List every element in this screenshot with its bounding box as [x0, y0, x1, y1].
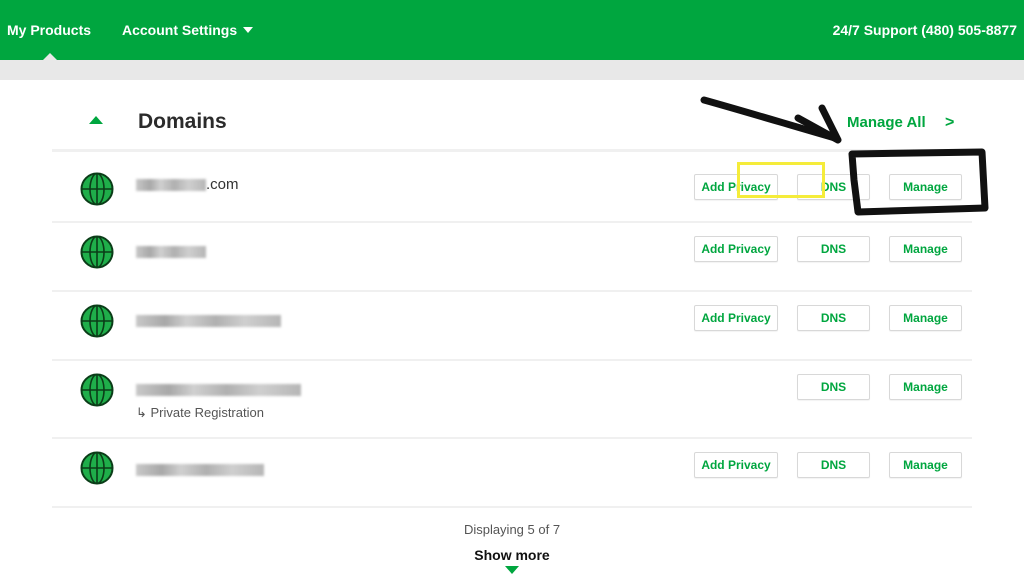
manage-button[interactable]: Manage — [889, 236, 962, 262]
manage-button[interactable]: Manage — [889, 174, 962, 200]
globe-icon — [80, 373, 114, 407]
globe-icon — [80, 304, 114, 338]
nav-my-products[interactable]: My Products — [7, 22, 91, 38]
dns-button[interactable]: DNS — [797, 452, 870, 478]
sub-bar — [0, 60, 1024, 80]
add-privacy-button[interactable]: Add Privacy — [694, 452, 778, 478]
domain-name[interactable] — [136, 312, 281, 329]
add-privacy-button[interactable]: Add Privacy — [694, 305, 778, 331]
dns-button[interactable]: DNS — [797, 305, 870, 331]
domain-name[interactable]: .com — [136, 176, 239, 193]
nav-account-settings-label: Account Settings — [122, 22, 238, 38]
redacted-domain — [136, 246, 206, 259]
domain-row: Add Privacy DNS Manage — [52, 223, 972, 292]
top-navigation-bar: My Products Account Settings 24/7 Suppor… — [0, 0, 1024, 61]
collapse-caret-up-icon[interactable] — [89, 116, 103, 124]
domain-row: Add Privacy DNS Manage — [52, 292, 972, 361]
domain-row: ↳ Private Registration DNS Manage — [52, 361, 972, 439]
globe-icon — [80, 451, 114, 485]
dns-button[interactable]: DNS — [797, 374, 870, 400]
manage-button[interactable]: Manage — [889, 452, 962, 478]
dns-button[interactable]: DNS — [797, 174, 870, 200]
domain-row: .com Add Privacy DNS Manage — [52, 155, 972, 223]
chevron-right-icon[interactable]: > — [945, 114, 954, 132]
domain-name[interactable] — [136, 243, 206, 260]
display-count: Displaying 5 of 7 — [463, 522, 561, 537]
add-privacy-button[interactable]: Add Privacy — [694, 174, 778, 200]
dns-button[interactable]: DNS — [797, 236, 870, 262]
panel-title: Domains — [138, 110, 227, 133]
caret-down-icon[interactable] — [505, 566, 519, 574]
redacted-domain — [136, 384, 301, 397]
manage-button[interactable]: Manage — [889, 374, 962, 400]
domain-row: Add Privacy DNS Manage — [52, 439, 972, 508]
manage-all-link[interactable]: Manage All — [847, 114, 926, 131]
redacted-domain — [136, 464, 264, 477]
support-phone[interactable]: 24/7 Support (480) 505-8877 — [833, 22, 1017, 38]
globe-icon — [80, 235, 114, 269]
panel-header: Domains Manage All > — [52, 80, 972, 152]
nav-account-settings[interactable]: Account Settings — [122, 22, 254, 38]
redacted-domain — [136, 179, 206, 192]
show-more-button[interactable]: Show more — [0, 547, 1024, 563]
add-privacy-button[interactable]: Add Privacy — [694, 236, 778, 262]
globe-icon — [80, 172, 114, 206]
domains-panel: Domains Manage All > .com Add Privacy DN… — [52, 80, 972, 586]
domain-name[interactable] — [136, 381, 301, 398]
private-registration-note: ↳ Private Registration — [136, 405, 264, 420]
manage-button[interactable]: Manage — [889, 305, 962, 331]
redacted-domain — [136, 315, 281, 328]
domain-name[interactable] — [136, 461, 264, 478]
caret-down-icon — [243, 27, 254, 34]
